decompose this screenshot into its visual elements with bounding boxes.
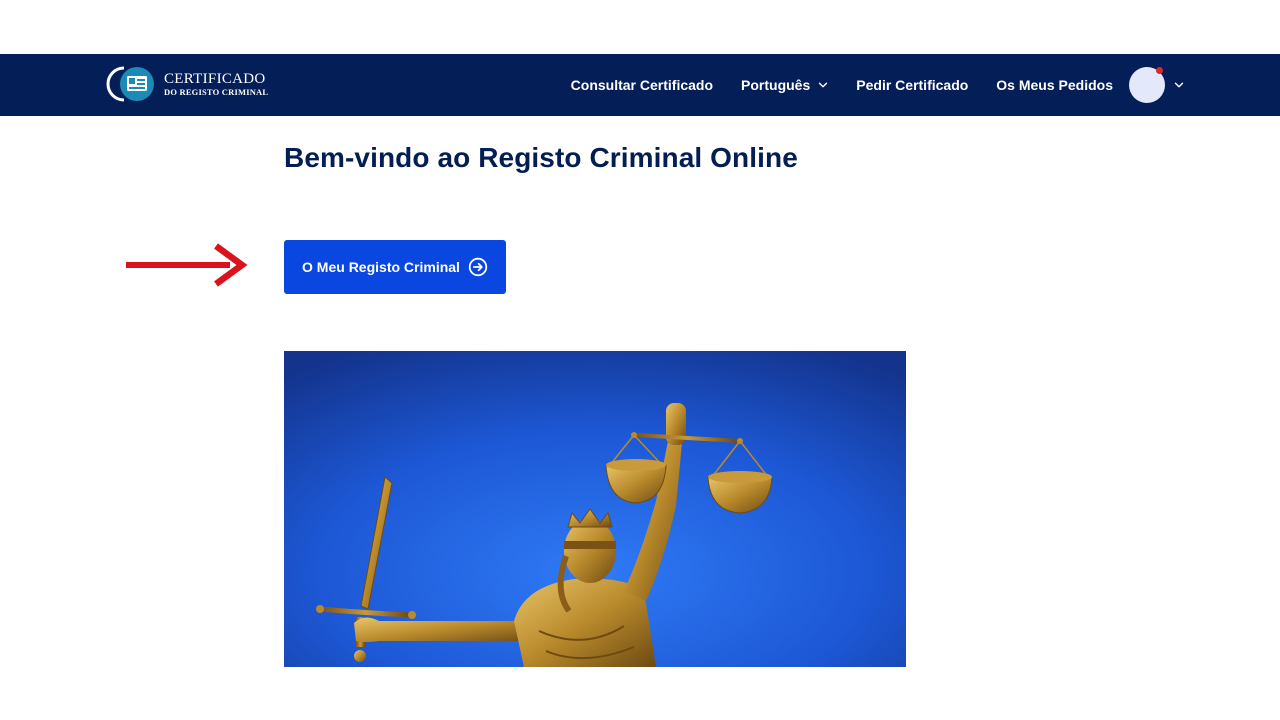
site-logo[interactable]: CERTIFICADO DO REGISTO CRIMINAL (100, 64, 268, 104)
page-title: Bem-vindo ao Registo Criminal Online (284, 142, 798, 173)
lady-justice-illustration (284, 351, 906, 667)
main-nav: Consultar Certificado Português Pedir Ce… (571, 54, 1184, 116)
logo-line-1: CERTIFICADO (164, 70, 266, 87)
notification-dot (1156, 67, 1163, 74)
chevron-down-icon (819, 82, 828, 88)
nav-pedir-certificado[interactable]: Pedir Certificado (856, 77, 968, 93)
chevron-down-icon[interactable] (1174, 80, 1184, 90)
red-arrow-annotation (126, 243, 248, 287)
nav-consultar-certificado[interactable]: Consultar Certificado (571, 77, 713, 93)
logo-line-2: DO REGISTO CRIMINAL (164, 86, 269, 97)
statue-of-justice-image (284, 351, 906, 667)
user-menu[interactable] (1129, 67, 1184, 103)
logo-text: CERTIFICADO DO REGISTO CRIMINAL (164, 70, 269, 97)
avatar[interactable] (1129, 67, 1165, 103)
my-criminal-record-button[interactable]: O Meu Registo Criminal (284, 240, 506, 294)
certificate-logo-icon (106, 66, 154, 102)
language-dropdown[interactable]: Português (741, 77, 828, 93)
top-navbar: CERTIFICADO DO REGISTO CRIMINAL Consulta… (0, 54, 1280, 116)
nav-os-meus-pedidos[interactable]: Os Meus Pedidos (996, 77, 1113, 93)
language-label: Português (741, 77, 811, 93)
page: CERTIFICADO DO REGISTO CRIMINAL Consulta… (0, 0, 1280, 720)
arrow-right-circle-icon (468, 257, 488, 277)
cta-label: O Meu Registo Criminal (302, 259, 460, 275)
